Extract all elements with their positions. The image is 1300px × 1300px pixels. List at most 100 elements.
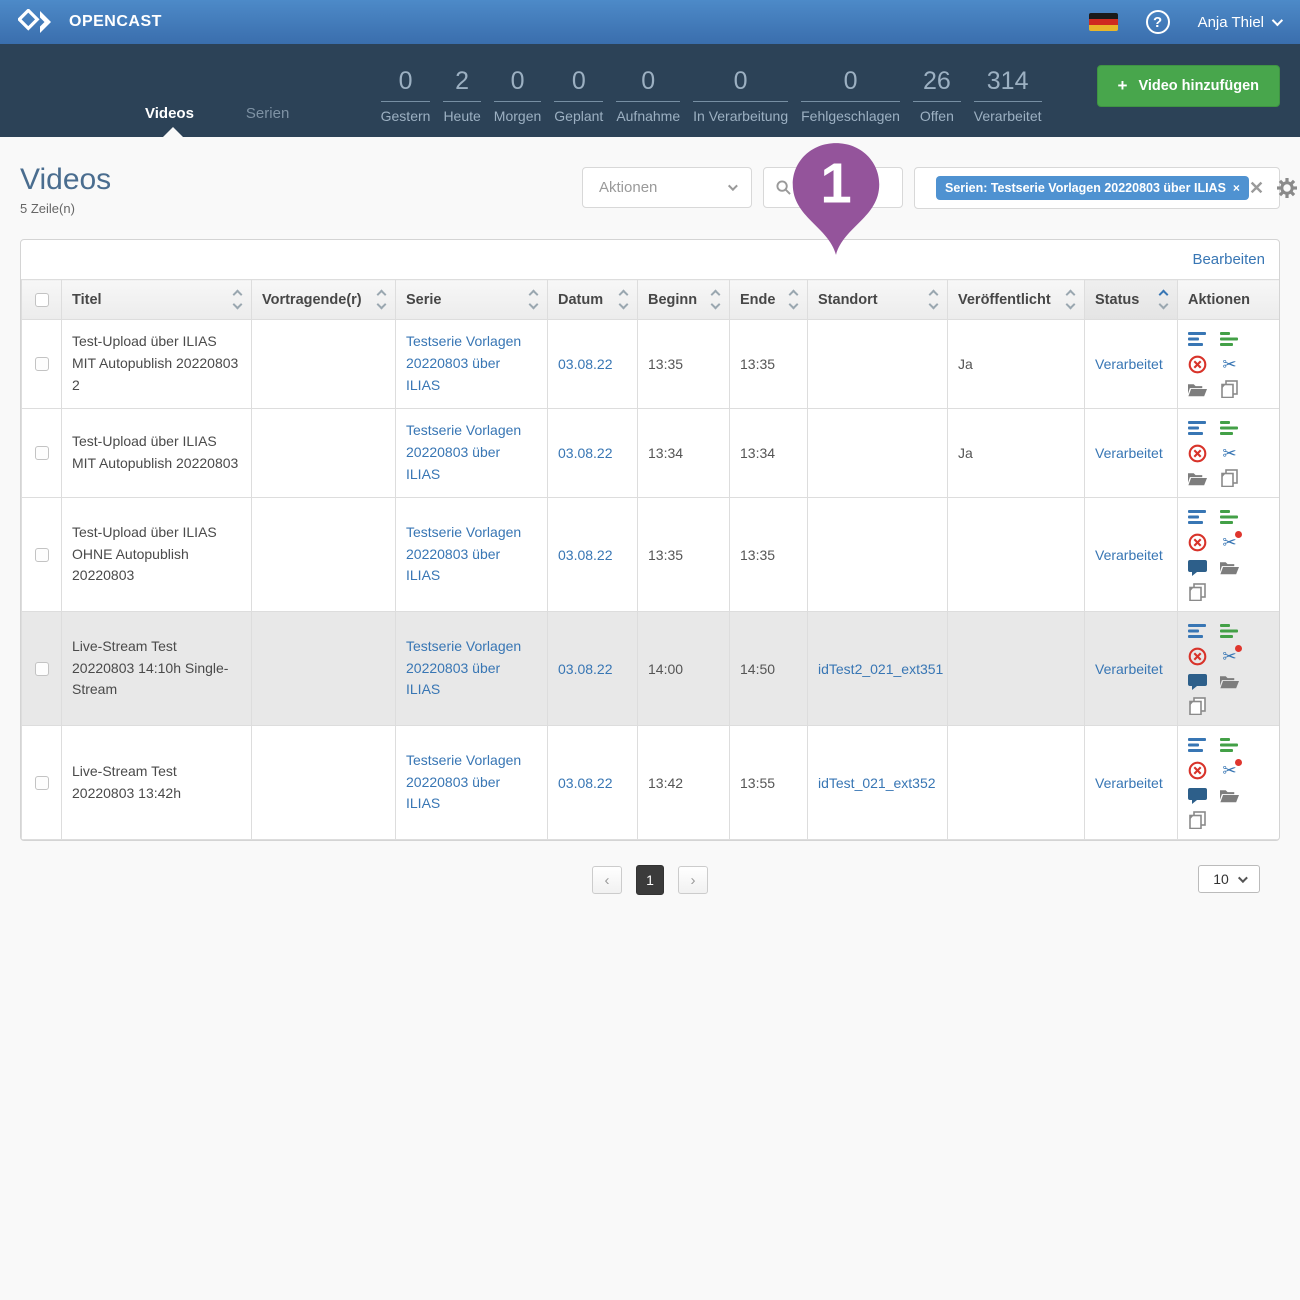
sort-icons[interactable] (1152, 291, 1167, 308)
duplicate-icon[interactable] (1220, 380, 1239, 398)
date-link[interactable]: 03.08.22 (558, 661, 613, 677)
assets-icon[interactable] (1220, 558, 1239, 576)
stat-heute[interactable]: 2Heute (443, 67, 480, 124)
stat-in-verarbeitung[interactable]: 0In Verarbeitung (693, 67, 788, 124)
stat-aufnahme[interactable]: 0Aufnahme (616, 67, 680, 124)
series-link[interactable]: Testserie Vorlagen 20220803 über ILIAS (406, 422, 521, 481)
sort-icons[interactable] (612, 291, 627, 308)
status-link[interactable]: Verarbeitet (1095, 661, 1163, 677)
sort-icons[interactable] (226, 291, 241, 308)
series-link[interactable]: Testserie Vorlagen 20220803 über ILIAS (406, 752, 521, 811)
editor-unsaved-icon[interactable]: ✂ (1220, 647, 1239, 665)
edit-link[interactable]: Bearbeiten (1192, 251, 1265, 268)
duplicate-icon[interactable] (1188, 697, 1207, 715)
editor-icon[interactable]: ✂ (1220, 355, 1239, 373)
column-header-titel[interactable]: Titel (62, 280, 252, 320)
page-size-select[interactable]: 10 (1198, 865, 1260, 893)
sort-icons[interactable] (704, 291, 719, 308)
series-link[interactable]: Testserie Vorlagen 20220803 über ILIAS (406, 524, 521, 583)
column-header-verffentlicht[interactable]: Veröffentlicht (948, 280, 1085, 320)
tab-serien[interactable]: Serien (246, 105, 289, 122)
chip-close-icon[interactable]: × (1233, 181, 1240, 195)
delete-icon[interactable] (1188, 761, 1207, 779)
duplicate-icon[interactable] (1188, 583, 1207, 601)
status-link[interactable]: Verarbeitet (1095, 445, 1163, 461)
next-page-button[interactable]: › (678, 866, 708, 894)
assets-icon[interactable] (1220, 786, 1239, 804)
status-link[interactable]: Verarbeitet (1095, 547, 1163, 563)
column-header-status[interactable]: Status (1085, 280, 1178, 320)
filter-chip[interactable]: Serien: Testserie Vorlagen 20220803 über… (936, 176, 1249, 200)
delete-icon[interactable] (1188, 444, 1207, 462)
publications-icon[interactable] (1220, 330, 1239, 348)
user-menu[interactable]: Anja Thiel (1198, 14, 1280, 31)
row-checkbox[interactable] (35, 357, 49, 371)
column-header-vortragender[interactable]: Vortragende(r) (252, 280, 396, 320)
column-header-ende[interactable]: Ende (730, 280, 808, 320)
sort-icons[interactable] (370, 291, 385, 308)
status-link[interactable]: Verarbeitet (1095, 356, 1163, 372)
details-icon[interactable] (1188, 508, 1207, 526)
details-icon[interactable] (1188, 622, 1207, 640)
status-link[interactable]: Verarbeitet (1095, 775, 1163, 791)
select-all-checkbox[interactable] (35, 293, 49, 307)
comments-icon[interactable] (1188, 786, 1207, 804)
filter-settings-gear-icon[interactable] (1277, 178, 1297, 198)
assets-icon[interactable] (1188, 469, 1207, 487)
duplicate-icon[interactable] (1188, 811, 1207, 829)
stat-fehlgeschlagen[interactable]: 0Fehlgeschlagen (801, 67, 900, 124)
sort-icons[interactable] (922, 291, 937, 308)
sort-icons[interactable] (522, 291, 537, 308)
publications-icon[interactable] (1220, 736, 1239, 754)
delete-icon[interactable] (1188, 533, 1207, 551)
column-header-serie[interactable]: Serie (396, 280, 548, 320)
details-icon[interactable] (1188, 419, 1207, 437)
delete-icon[interactable] (1188, 647, 1207, 665)
actions-dropdown[interactable]: Aktionen (582, 167, 752, 208)
location-link[interactable]: idTest_021_ext352 (818, 775, 936, 791)
publications-icon[interactable] (1220, 508, 1239, 526)
help-icon[interactable]: ? (1146, 10, 1170, 34)
stat-verarbeitet[interactable]: 314Verarbeitet (974, 67, 1042, 124)
editor-unsaved-icon[interactable]: ✂ (1220, 761, 1239, 779)
stat-gestern[interactable]: 0Gestern (381, 67, 431, 124)
date-link[interactable]: 03.08.22 (558, 775, 613, 791)
sort-icons[interactable] (1059, 291, 1074, 308)
assets-icon[interactable] (1188, 380, 1207, 398)
details-icon[interactable] (1188, 330, 1207, 348)
column-header-datum[interactable]: Datum (548, 280, 638, 320)
sort-icons[interactable] (782, 291, 797, 308)
current-page-button[interactable]: 1 (636, 865, 664, 895)
add-video-button[interactable]: + Video hinzufügen (1097, 65, 1281, 107)
prev-page-button[interactable]: ‹ (592, 866, 622, 894)
publications-icon[interactable] (1220, 419, 1239, 437)
details-icon[interactable] (1188, 736, 1207, 754)
duplicate-icon[interactable] (1220, 469, 1239, 487)
column-header-beginn[interactable]: Beginn (638, 280, 730, 320)
editor-unsaved-icon[interactable]: ✂ (1220, 533, 1239, 551)
location-link[interactable]: idTest2_021_ext351 (818, 661, 943, 677)
comments-icon[interactable] (1188, 672, 1207, 690)
row-checkbox[interactable] (35, 446, 49, 460)
stat-offen[interactable]: 26Offen (913, 67, 961, 124)
series-link[interactable]: Testserie Vorlagen 20220803 über ILIAS (406, 333, 521, 392)
comments-icon[interactable] (1188, 558, 1207, 576)
stat-morgen[interactable]: 0Morgen (494, 67, 541, 124)
stat-geplant[interactable]: 0Geplant (554, 67, 603, 124)
row-checkbox[interactable] (35, 548, 49, 562)
delete-icon[interactable] (1188, 355, 1207, 373)
series-link[interactable]: Testserie Vorlagen 20220803 über ILIAS (406, 638, 521, 697)
tab-videos[interactable]: Videos (145, 105, 194, 122)
publications-icon[interactable] (1220, 622, 1239, 640)
editor-icon[interactable]: ✂ (1220, 444, 1239, 462)
column-header-standort[interactable]: Standort (808, 280, 948, 320)
language-flag-icon[interactable] (1089, 13, 1118, 31)
row-checkbox[interactable] (35, 662, 49, 676)
page-size-value: 10 (1213, 871, 1229, 887)
date-link[interactable]: 03.08.22 (558, 356, 613, 372)
date-link[interactable]: 03.08.22 (558, 445, 613, 461)
row-checkbox[interactable] (35, 776, 49, 790)
date-link[interactable]: 03.08.22 (558, 547, 613, 563)
assets-icon[interactable] (1220, 672, 1239, 690)
clear-filters-icon[interactable]: ✕ (1249, 179, 1264, 197)
